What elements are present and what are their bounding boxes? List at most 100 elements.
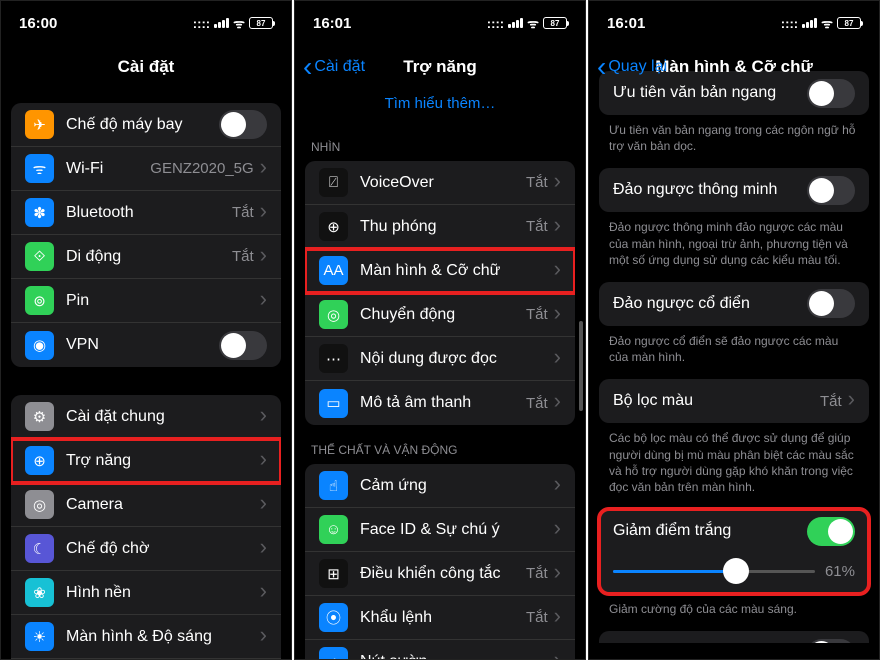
row-smart-invert[interactable]: Đảo ngược thông minh: [599, 168, 869, 212]
toggle[interactable]: [807, 639, 855, 643]
settings-row[interactable]: AA Màn hình & Cỡ chữ: [305, 249, 575, 293]
chevron-icon: [260, 409, 267, 425]
reduce-white-point-group: Giảm điểm trắng 61%: [599, 509, 869, 594]
toggle[interactable]: [219, 110, 267, 139]
section-vision: NHÌN: [295, 122, 585, 161]
row-icon: ☀︎: [25, 622, 54, 651]
row-icon: ⊕: [319, 212, 348, 241]
page-title: Trợ năng: [403, 57, 476, 77]
settings-row[interactable]: ◎Chuyển độngTắt: [305, 293, 575, 337]
settings-row[interactable]: ☝︎ Cảm ứng: [305, 464, 575, 508]
row-icon: ❀: [25, 578, 54, 607]
row-icon: ᯤ: [25, 154, 54, 183]
row-label: Thu phóng: [360, 218, 526, 236]
row-label: Nút sườn: [360, 653, 554, 660]
settings-row[interactable]: ⟐Di độngTắt: [11, 235, 281, 279]
row-auto-brightness[interactable]: Độ sáng tự động: [599, 631, 869, 643]
learn-more-link[interactable]: Tìm hiểu thêm…: [295, 89, 585, 122]
toggle-reduce-white[interactable]: [807, 517, 855, 546]
chevron-icon: [554, 307, 561, 323]
settings-row[interactable]: ⋯Nội dung được đọc: [305, 337, 575, 381]
row-icon: ◎: [319, 300, 348, 329]
row-label: Hình nền: [66, 584, 260, 602]
row-icon: ◎: [25, 490, 54, 519]
settings-row[interactable]: ⦿Khẩu lệnhTắt: [305, 596, 575, 640]
row-icon: ⟐: [25, 242, 54, 271]
screen-accessibility: 16:01 ::::ᯤ87 Cài đặt Trợ năng Tìm hiểu …: [294, 0, 586, 660]
settings-row[interactable]: ☺︎Face ID & Sự chú ý: [305, 508, 575, 552]
settings-row[interactable]: ✈︎ Chế độ máy bay: [11, 103, 281, 147]
chevron-icon: [260, 629, 267, 645]
chevron-icon: [260, 453, 267, 469]
settings-row[interactable]: ⊞Điều khiển công tắcTắt: [305, 552, 575, 596]
settings-row[interactable]: ▭Mô tả âm thanhTắt: [305, 381, 575, 425]
chevron-icon: [260, 497, 267, 513]
row-icon: ⊞: [319, 559, 348, 588]
toggle[interactable]: [219, 331, 267, 360]
settings-row[interactable]: ⊕Trợ năng: [11, 439, 281, 483]
row-label: Điều khiển công tắc: [360, 565, 526, 583]
row-label: Màn hình & Cỡ chữ: [360, 262, 554, 280]
row-icon: AA: [319, 256, 348, 285]
row-label: VoiceOver: [360, 174, 526, 192]
chevron-icon: [554, 395, 561, 411]
row-label: Chế độ máy bay: [66, 116, 219, 134]
chevron-icon: [554, 478, 561, 494]
row-horizontal-text[interactable]: Ưu tiên văn bản ngang: [599, 71, 869, 115]
clock: 16:01: [607, 15, 645, 32]
toggle[interactable]: [807, 289, 855, 318]
settings-row[interactable]: ☀︎ Màn hình & Độ sáng: [11, 615, 281, 659]
row-icon: ✈︎: [25, 110, 54, 139]
status-bar: 16:01 ::::ᯤ87: [295, 1, 585, 45]
row-label: Cảm ứng: [360, 477, 554, 495]
settings-row[interactable]: ⊚Pin: [11, 279, 281, 323]
status-bar: 16:00 ::::ᯤ87: [1, 1, 291, 45]
row-label: Chuyển động: [360, 306, 526, 324]
row-icon: ☾: [25, 534, 54, 563]
clock: 16:01: [313, 15, 351, 32]
row-icon: ▭: [319, 389, 348, 418]
settings-row[interactable]: ᯤWi-FiGENZ2020_5G: [11, 147, 281, 191]
row-label: Camera: [66, 496, 260, 514]
settings-row[interactable]: ✽BluetoothTắt: [11, 191, 281, 235]
chevron-icon: [260, 161, 267, 177]
row-icon: ◉: [25, 331, 54, 360]
settings-row[interactable]: ⊕Thu phóngTắt: [305, 205, 575, 249]
row-label: Khẩu lệnh: [360, 609, 526, 627]
chevron-icon: [554, 219, 561, 235]
white-point-slider[interactable]: [613, 570, 815, 573]
row-label: Wi-Fi: [66, 160, 150, 178]
row-label: Màn hình & Độ sáng: [66, 628, 260, 646]
settings-row[interactable]: ⚙︎Cài đặt chung: [11, 395, 281, 439]
toggle[interactable]: [807, 176, 855, 205]
chevron-icon: [260, 541, 267, 557]
wifi-icon: ᯤ: [233, 14, 245, 32]
row-label: Trợ năng: [66, 452, 260, 470]
chevron-icon: [554, 175, 561, 191]
status-bar: 16:01 ::::ᯤ87: [589, 1, 879, 45]
back-button[interactable]: Cài đặt: [303, 58, 365, 76]
toggle[interactable]: [807, 79, 855, 108]
chevron-icon: [554, 566, 561, 582]
chevron-icon: [260, 205, 267, 221]
settings-row[interactable]: ❀ Hình nền: [11, 571, 281, 615]
row-label: Di động: [66, 248, 232, 266]
row-color-filters[interactable]: Bộ lọc màuTắt: [599, 379, 869, 423]
row-icon: ⋯: [319, 344, 348, 373]
chevron-icon: [554, 351, 561, 367]
row-icon: ☝︎: [319, 471, 348, 500]
row-icon: ◖: [319, 647, 348, 660]
chevron-icon: [848, 393, 855, 409]
settings-row[interactable]: ◖ Nút sườn: [305, 640, 575, 660]
section-physical: THỂ CHẤT VÀ VẬN ĐỘNG: [295, 425, 585, 464]
row-label: VPN: [66, 336, 219, 354]
chevron-icon: [554, 522, 561, 538]
settings-row[interactable]: ☾Chế độ chờ: [11, 527, 281, 571]
chevron-icon: [260, 585, 267, 601]
settings-row[interactable]: ⍁VoiceOverTắt: [305, 161, 575, 205]
settings-row[interactable]: ◉ VPN: [11, 323, 281, 367]
settings-row[interactable]: ◎ Camera: [11, 483, 281, 527]
clock: 16:00: [19, 15, 57, 32]
row-icon: ⚙︎: [25, 402, 54, 431]
row-classic-invert[interactable]: Đảo ngược cổ điển: [599, 282, 869, 326]
